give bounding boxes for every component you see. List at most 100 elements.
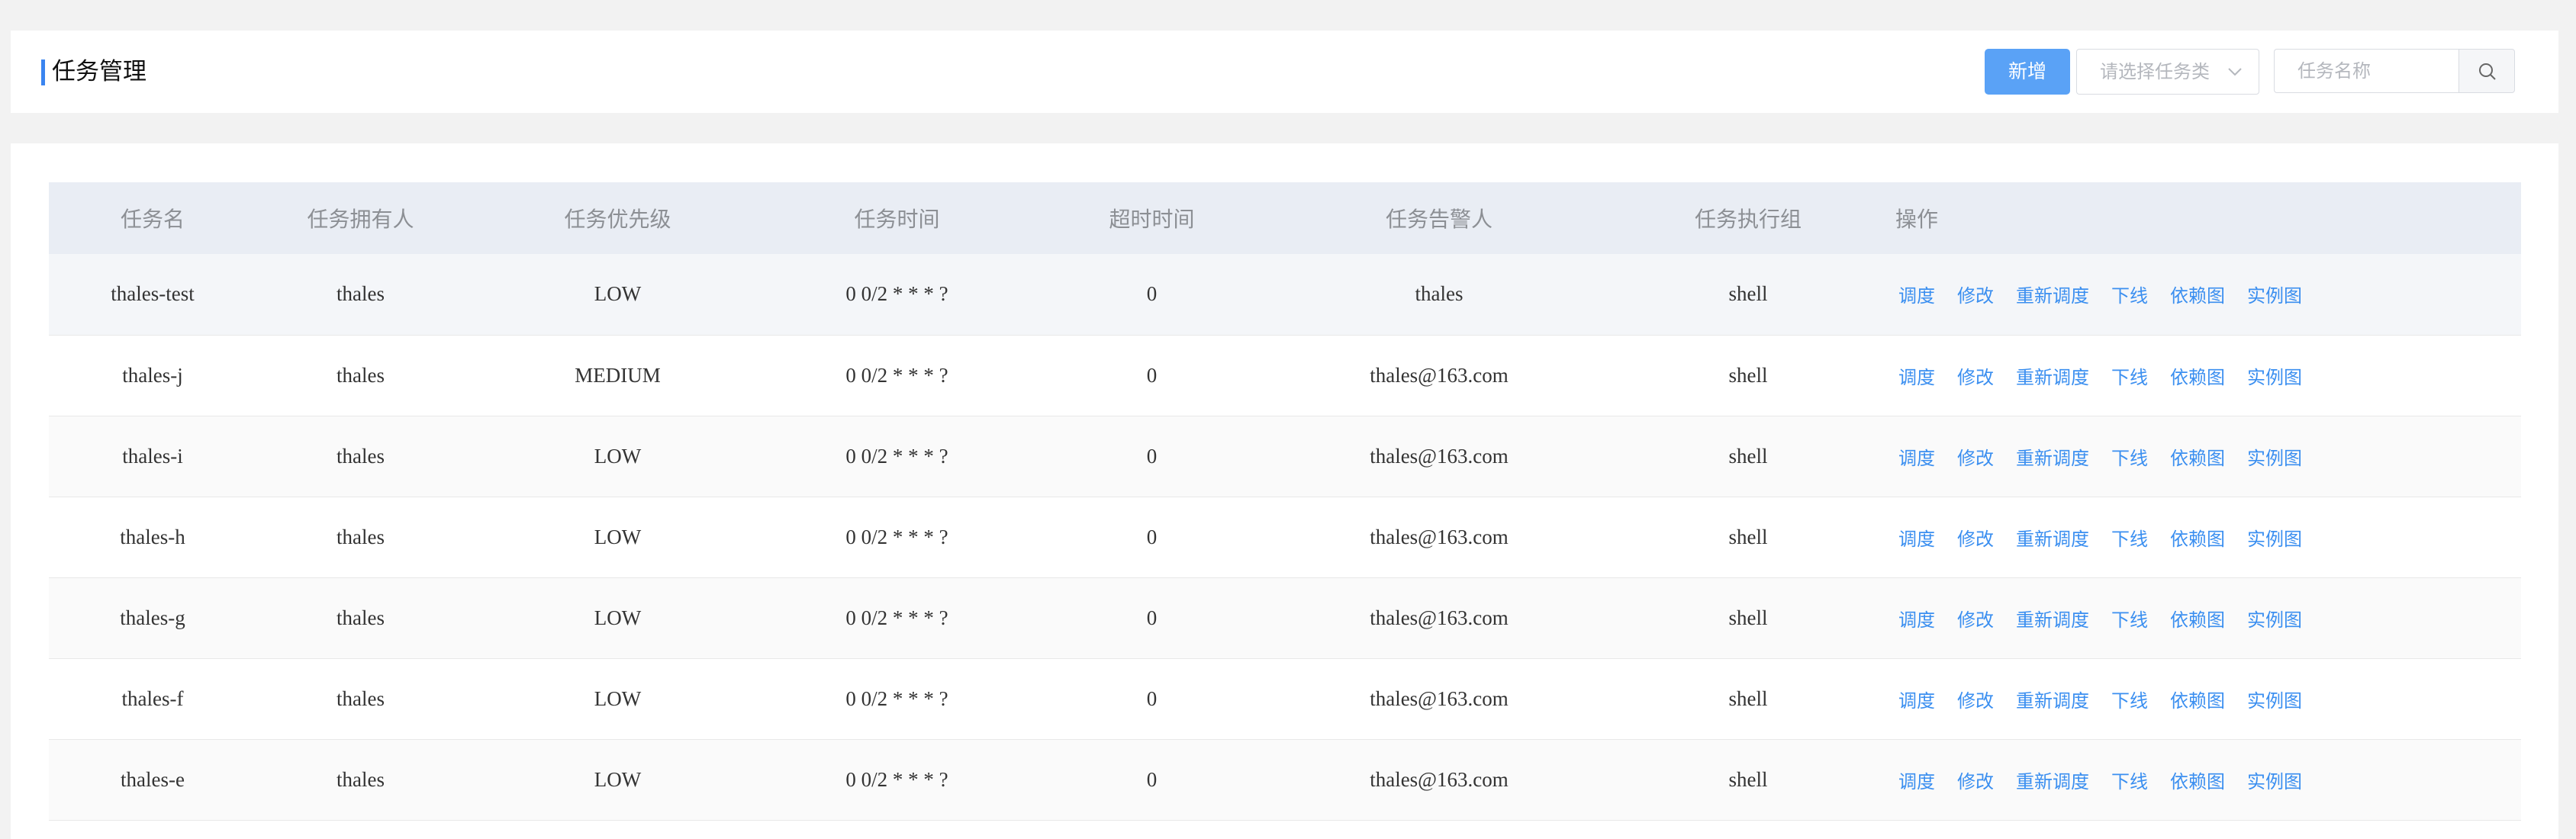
reschedule-link[interactable]: 重新调度 bbox=[2016, 686, 2089, 712]
reschedule-link[interactable]: 重新调度 bbox=[2016, 767, 2089, 793]
search-button[interactable] bbox=[2458, 49, 2515, 93]
cell-task-name: thales-e bbox=[121, 767, 185, 791]
dependency-graph-link[interactable]: 依赖图 bbox=[2170, 362, 2225, 389]
instance-graph-link[interactable]: 实例图 bbox=[2247, 362, 2302, 389]
instance-graph-link[interactable]: 实例图 bbox=[2247, 686, 2302, 712]
cell-exec-group: shell bbox=[1728, 767, 1768, 791]
cell-alarm-user: thales@163.com bbox=[1370, 686, 1509, 710]
reschedule-link[interactable]: 重新调度 bbox=[2016, 443, 2089, 470]
schedule-link[interactable]: 调度 bbox=[1898, 443, 1935, 470]
reschedule-link[interactable]: 重新调度 bbox=[2016, 362, 2089, 389]
column-header-exec-group: 任务执行组 bbox=[1694, 207, 1802, 232]
task-type-select[interactable]: 请选择任务类 bbox=[2076, 49, 2259, 95]
edit-link[interactable]: 修改 bbox=[1957, 281, 1994, 307]
schedule-link[interactable]: 调度 bbox=[1898, 281, 1935, 307]
cell-timeout: 0 bbox=[1146, 363, 1158, 387]
edit-link[interactable]: 修改 bbox=[1957, 443, 1994, 470]
cell-exec-group: shell bbox=[1728, 363, 1768, 387]
cell-task-name: thales-test bbox=[111, 282, 195, 306]
cell-actions: 调度 修改 重新调度 下线 依赖图 实例图 bbox=[1898, 254, 2521, 335]
schedule-link[interactable]: 调度 bbox=[1898, 524, 1935, 551]
cell-timeout: 0 bbox=[1146, 444, 1158, 468]
cell-alarm-user: thales@163.com bbox=[1370, 767, 1509, 791]
column-header-task-name: 任务名 bbox=[120, 207, 185, 232]
offline-link[interactable]: 下线 bbox=[2111, 767, 2148, 793]
cell-exec-group: shell bbox=[1728, 686, 1768, 710]
cell-task-name: thales-g bbox=[120, 606, 185, 629]
column-header-timeout: 超时时间 bbox=[1109, 207, 1195, 232]
cell-owner: thales bbox=[336, 282, 385, 306]
cell-alarm-user: thales@163.com bbox=[1370, 444, 1509, 468]
schedule-link[interactable]: 调度 bbox=[1898, 686, 1935, 712]
schedule-link[interactable]: 调度 bbox=[1898, 362, 1935, 389]
cell-owner: thales bbox=[336, 686, 385, 710]
dependency-graph-link[interactable]: 依赖图 bbox=[2170, 767, 2225, 793]
schedule-link[interactable]: 调度 bbox=[1898, 605, 1935, 632]
cell-timeout: 0 bbox=[1146, 686, 1158, 710]
instance-graph-link[interactable]: 实例图 bbox=[2247, 767, 2302, 793]
offline-link[interactable]: 下线 bbox=[2111, 524, 2148, 551]
instance-graph-link[interactable]: 实例图 bbox=[2247, 443, 2302, 470]
cell-schedule: 0 0/2 * * * ? bbox=[845, 686, 948, 710]
column-header-actions: 操作 bbox=[1895, 182, 2521, 254]
cell-exec-group: shell bbox=[1728, 606, 1768, 629]
dependency-graph-link[interactable]: 依赖图 bbox=[2170, 281, 2225, 307]
cell-timeout: 0 bbox=[1146, 525, 1158, 548]
dependency-graph-link[interactable]: 依赖图 bbox=[2170, 686, 2225, 712]
edit-link[interactable]: 修改 bbox=[1957, 686, 1994, 712]
column-header-actions-label: 操作 bbox=[1895, 207, 1939, 232]
cell-priority: LOW bbox=[594, 282, 642, 306]
page-header: 任务管理 新增 请选择任务类 bbox=[11, 31, 2558, 113]
instance-graph-link[interactable]: 实例图 bbox=[2247, 281, 2302, 307]
column-header-priority: 任务优先级 bbox=[564, 207, 671, 232]
offline-link[interactable]: 下线 bbox=[2111, 605, 2148, 632]
search-icon bbox=[2479, 63, 2496, 80]
cell-owner: thales bbox=[336, 363, 385, 387]
reschedule-link[interactable]: 重新调度 bbox=[2016, 524, 2089, 551]
edit-link[interactable]: 修改 bbox=[1957, 524, 1994, 551]
add-task-button[interactable]: 新增 bbox=[1985, 49, 2070, 95]
cell-alarm-user: thales@163.com bbox=[1370, 606, 1509, 629]
cell-priority: LOW bbox=[594, 525, 642, 548]
edit-link[interactable]: 修改 bbox=[1957, 362, 1994, 389]
cell-actions: 调度 修改 重新调度 下线 依赖图 实例图 bbox=[1898, 335, 2521, 416]
cell-priority: LOW bbox=[594, 767, 642, 791]
cell-task-name: thales-j bbox=[122, 363, 183, 387]
column-header-schedule: 任务时间 bbox=[854, 207, 940, 232]
dependency-graph-link[interactable]: 依赖图 bbox=[2170, 605, 2225, 632]
table-row: thales-f thales LOW 0 0/2 * * * ? 0 thal… bbox=[49, 658, 2521, 739]
dependency-graph-link[interactable]: 依赖图 bbox=[2170, 524, 2225, 551]
cell-schedule: 0 0/2 * * * ? bbox=[845, 363, 948, 387]
task-name-search-input[interactable] bbox=[2274, 49, 2458, 93]
cell-owner: thales bbox=[336, 767, 385, 791]
cell-timeout: 0 bbox=[1146, 767, 1158, 791]
cell-task-name: thales-i bbox=[122, 444, 183, 468]
schedule-link[interactable]: 调度 bbox=[1898, 767, 1935, 793]
offline-link[interactable]: 下线 bbox=[2111, 686, 2148, 712]
dependency-graph-link[interactable]: 依赖图 bbox=[2170, 443, 2225, 470]
cell-timeout: 0 bbox=[1146, 282, 1158, 306]
offline-link[interactable]: 下线 bbox=[2111, 362, 2148, 389]
instance-graph-link[interactable]: 实例图 bbox=[2247, 524, 2302, 551]
table-row: thales-e thales LOW 0 0/2 * * * ? 0 thal… bbox=[49, 739, 2521, 820]
cell-actions: 调度 修改 重新调度 下线 依赖图 实例图 bbox=[1898, 739, 2521, 820]
cell-owner: thales bbox=[336, 444, 385, 468]
cell-schedule: 0 0/2 * * * ? bbox=[845, 282, 948, 306]
offline-link[interactable]: 下线 bbox=[2111, 443, 2148, 470]
cell-timeout: 0 bbox=[1146, 606, 1158, 629]
cell-task-name: thales-f bbox=[121, 686, 184, 710]
reschedule-link[interactable]: 重新调度 bbox=[2016, 605, 2089, 632]
cell-priority: LOW bbox=[594, 606, 642, 629]
cell-exec-group: shell bbox=[1728, 282, 1768, 306]
task-table: 任务名 任务拥有人 任务优先级 任务时间 超时时间 任务告警人 任务执行组 操作… bbox=[49, 182, 2521, 821]
offline-link[interactable]: 下线 bbox=[2111, 281, 2148, 307]
cell-actions: 调度 修改 重新调度 下线 依赖图 实例图 bbox=[1898, 416, 2521, 497]
edit-link[interactable]: 修改 bbox=[1957, 767, 1994, 793]
column-header-owner: 任务拥有人 bbox=[307, 207, 414, 232]
edit-link[interactable]: 修改 bbox=[1957, 605, 1994, 632]
cell-owner: thales bbox=[336, 525, 385, 548]
table-row: thales-g thales LOW 0 0/2 * * * ? 0 thal… bbox=[49, 577, 2521, 658]
instance-graph-link[interactable]: 实例图 bbox=[2247, 605, 2302, 632]
cell-schedule: 0 0/2 * * * ? bbox=[845, 444, 948, 468]
reschedule-link[interactable]: 重新调度 bbox=[2016, 281, 2089, 307]
